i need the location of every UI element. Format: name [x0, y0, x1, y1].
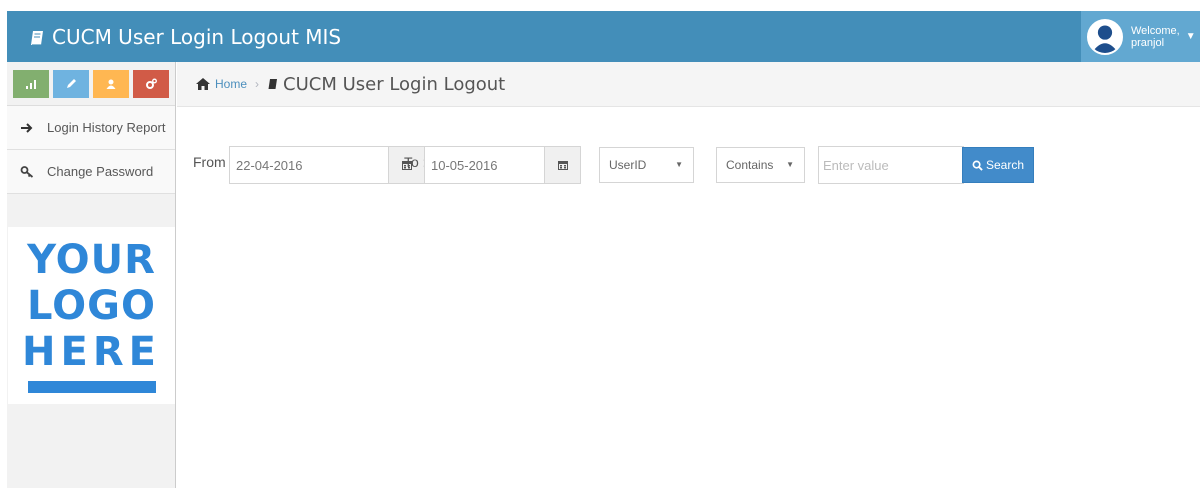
user-name: pranjol — [1131, 36, 1165, 49]
filter-form: From : 22-04-2016 To : 10-05-2016 UserID… — [193, 146, 1053, 184]
breadcrumb-home-link[interactable]: Home — [195, 77, 247, 91]
sidebar: Login History Report Change Password YOU… — [7, 62, 176, 488]
home-icon — [196, 78, 210, 90]
sidebar-item-login-history[interactable]: Login History Report — [7, 106, 175, 150]
chevron-down-icon: ▼ — [675, 160, 683, 169]
search-value-input[interactable]: Enter value — [818, 146, 964, 184]
breadcrumb-current: CUCM User Login Logout — [267, 74, 505, 95]
key-icon — [20, 165, 34, 179]
caret-down-icon[interactable]: ▼ — [1186, 31, 1196, 42]
chevron-down-icon: ▼ — [786, 160, 794, 169]
logo-line-3: HERE — [22, 329, 161, 375]
search-value-placeholder: Enter value — [823, 157, 889, 173]
breadcrumb: Home › CUCM User Login Logout — [177, 62, 1200, 107]
search-icon — [972, 160, 983, 171]
field-select-value: UserID — [609, 158, 647, 172]
logo-line-1: YOUR — [27, 237, 156, 283]
from-date-value: 22-04-2016 — [236, 157, 303, 173]
from-label: From : — [193, 154, 234, 170]
operator-select[interactable]: Contains ▼ — [716, 147, 805, 183]
navbar: CUCM User Login Logout MIS Welcome, pran… — [7, 11, 1200, 62]
logo-placeholder: YOUR LOGO HERE — [8, 227, 175, 404]
breadcrumb-current-label: CUCM User Login Logout — [283, 73, 506, 95]
search-button[interactable]: Search — [962, 147, 1034, 183]
sidebar-item-label: Change Password — [47, 164, 154, 179]
logo-line-2: LOGO — [27, 283, 156, 329]
operator-select-value: Contains — [726, 158, 774, 172]
users-icon — [106, 79, 116, 89]
calendar-icon[interactable] — [544, 147, 580, 183]
shortcut-users-button[interactable] — [93, 69, 129, 98]
sidebar-shortcuts — [7, 62, 175, 106]
sidebar-item-change-password[interactable]: Change Password — [7, 150, 175, 194]
shortcut-cogs-button[interactable] — [133, 69, 169, 98]
book-icon — [28, 28, 46, 46]
avatar — [1087, 18, 1123, 55]
shortcut-pencil-button[interactable] — [53, 69, 89, 98]
pencil-icon — [67, 78, 76, 88]
welcome-text: Welcome, pranjol — [1131, 25, 1180, 49]
field-select[interactable]: UserID ▼ — [599, 147, 694, 183]
search-button-label: Search — [985, 158, 1025, 172]
arrow-right-icon — [20, 121, 34, 135]
breadcrumb-home-label: Home — [215, 77, 248, 91]
cogs-icon — [146, 78, 157, 89]
welcome-label: Welcome, — [1131, 24, 1180, 37]
to-date-input[interactable]: 10-05-2016 — [424, 146, 581, 184]
chevron-right-icon: › — [255, 77, 260, 91]
shortcut-signal-button[interactable] — [13, 69, 49, 98]
logo-underline — [27, 381, 156, 393]
app-title: CUCM User Login Logout MIS — [52, 24, 342, 49]
signal-icon — [26, 79, 36, 89]
brand[interactable]: CUCM User Login Logout MIS — [28, 11, 341, 62]
user-menu[interactable]: Welcome, pranjol ▼ — [1081, 11, 1200, 62]
to-date-value: 10-05-2016 — [431, 157, 498, 173]
from-date-input[interactable]: 22-04-2016 — [229, 146, 425, 184]
book-icon — [268, 79, 278, 89]
sidebar-item-label: Login History Report — [47, 120, 166, 135]
